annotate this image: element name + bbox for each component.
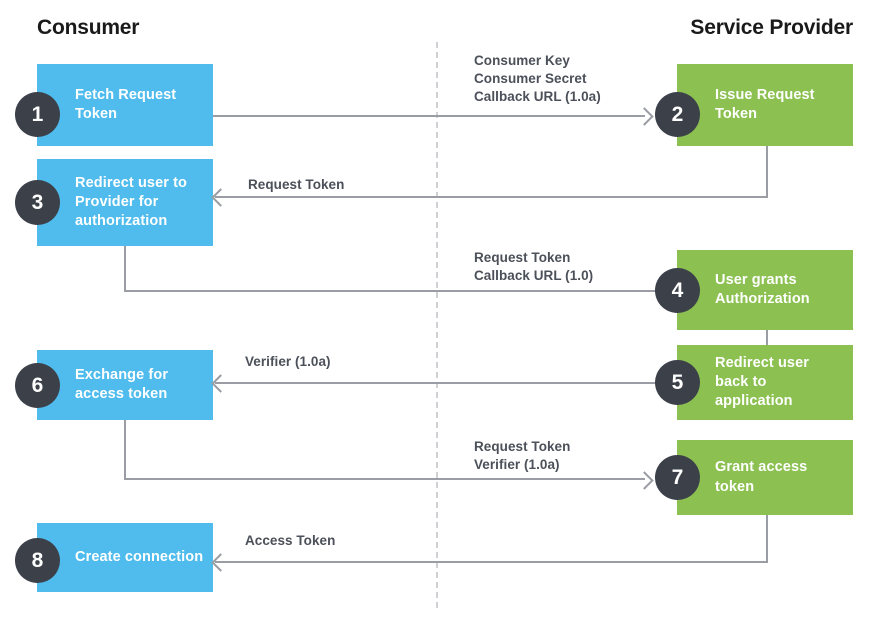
step-box-2-label: Issue Request Token <box>715 86 815 122</box>
step-box-8-label: Create connection <box>75 548 204 565</box>
step-box-6[interactable]: Exchange for access token <box>37 350 213 420</box>
step-badge-7: 7 <box>655 455 700 500</box>
step-badge-8: 8 <box>15 538 60 583</box>
connector-5-caption: Request Token Verifier (1.0a) <box>474 439 571 473</box>
connector-1-caption: Consumer Key Consumer Secret Callback UR… <box>474 53 601 105</box>
step-box-7[interactable]: Grant access token <box>677 440 853 515</box>
step-badge-4: 4 <box>655 268 700 313</box>
step-badge-3: 3 <box>15 180 60 225</box>
connector-2-vertical <box>766 146 768 198</box>
connector-4-caption: Verifier (1.0a) <box>245 354 331 369</box>
connector-4-arrowhead <box>211 374 230 393</box>
step-badge-6: 6 <box>15 363 60 408</box>
step-box-1-label: Fetch Request Token <box>75 86 177 122</box>
consumer-column-title: Consumer <box>37 16 140 39</box>
step-box-5[interactable]: Redirect user back to application <box>677 345 853 420</box>
connector-6-caption: Access Token <box>245 533 336 548</box>
connector-6-line <box>215 561 768 563</box>
connector-2-caption: Request Token <box>248 177 345 192</box>
step-badge-2: 2 <box>655 92 700 137</box>
step-box-4-label: User grants Authorization <box>715 271 810 307</box>
column-divider <box>436 42 438 608</box>
connector-6-vertical <box>766 515 768 563</box>
connector-2-line <box>215 196 768 198</box>
service-provider-column-title: Service Provider <box>690 16 853 39</box>
connector-4-5-vertical <box>766 330 768 345</box>
oauth-flow-diagram: Consumer Service Provider Fetch Request … <box>0 0 890 618</box>
step-box-6-label: Exchange for access token <box>75 366 169 402</box>
step-box-4[interactable]: User grants Authorization <box>677 250 853 330</box>
step-box-5-label: Redirect user back to application <box>715 354 809 410</box>
step-box-2[interactable]: Issue Request Token <box>677 64 853 146</box>
step-box-3-label: Redirect user to Provider for authorizat… <box>75 174 187 230</box>
step-box-1[interactable]: Fetch Request Token <box>37 64 213 146</box>
step-box-8[interactable]: Create connection <box>37 523 213 592</box>
connector-3-caption: Request Token Callback URL (1.0) <box>474 250 594 284</box>
step-box-3[interactable]: Redirect user to Provider for authorizat… <box>37 159 213 246</box>
connector-1-line <box>213 115 645 117</box>
step-badge-1: 1 <box>15 92 60 137</box>
connector-1-arrowhead <box>635 107 654 126</box>
connector-6-arrowhead <box>211 553 230 572</box>
step-box-7-label: Grant access token <box>715 459 808 495</box>
connector-2-arrowhead <box>211 188 230 207</box>
step-badge-5: 5 <box>655 360 700 405</box>
connector-4-line <box>215 382 658 384</box>
